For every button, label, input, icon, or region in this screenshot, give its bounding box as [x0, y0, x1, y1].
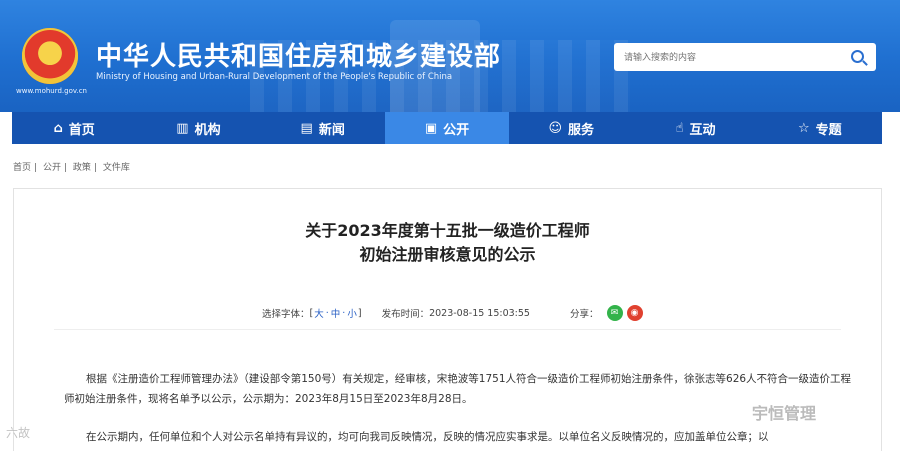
article-title-line1: 关于2023年度第十五批一级造价工程师 — [305, 221, 590, 240]
site-title[interactable]: 中华人民共和国住房和城乡建设部 — [96, 36, 501, 73]
font-size-large[interactable]: 大 — [314, 306, 324, 320]
nav-item-interaction[interactable]: ☝ 互动 — [633, 112, 757, 144]
national-emblem-icon[interactable] — [22, 28, 78, 84]
font-size-medium[interactable]: 中 — [331, 306, 341, 320]
building-icon: ▥ — [176, 120, 189, 136]
nav-item-home[interactable]: ⌂ 首页 — [12, 112, 136, 144]
news-icon: ▤ — [300, 120, 313, 136]
nav-item-service[interactable]: ☺ 服务 — [509, 112, 633, 144]
breadcrumb-policy[interactable]: 政策 — [73, 163, 91, 173]
article-title: 关于2023年度第十五批一级造价工程师 初始注册审核意见的公示 — [14, 219, 881, 267]
nav-item-topic[interactable]: ☆ 专题 — [758, 112, 882, 144]
article-paragraph-2: 在公示期内，任何单位和个人对公示名单持有异议的，均可向我司反映情况，反映的情况应… — [86, 431, 769, 443]
breadcrumb-library[interactable]: 文件库 — [103, 163, 130, 173]
main-nav: ⌂ 首页 ▥ 机构 ▤ 新闻 ▣ 公开 ☺ 服务 ☝ 互动 ☆ 专题 — [12, 112, 882, 144]
search-box — [614, 43, 876, 71]
site-header: www.mohurd.gov.cn 中华人民共和国住房和城乡建设部 Minist… — [0, 0, 900, 112]
breadcrumb: 首页 | 公开 | 政策 | 文件库 — [13, 163, 130, 173]
watermark-right: 宇恒管理 — [752, 404, 817, 423]
nav-item-disclosure[interactable]: ▣ 公开 — [384, 112, 510, 144]
nav-label: 新闻 — [318, 122, 345, 138]
weibo-share-icon[interactable]: ◉ — [626, 305, 643, 321]
publish-time-label: 发布时间： — [381, 309, 430, 320]
service-icon: ☺ — [548, 120, 563, 136]
nav-label: 公开 — [443, 122, 470, 138]
disclosure-icon: ▣ — [424, 120, 438, 136]
share-label: 分享： — [569, 309, 599, 320]
nav-item-news[interactable]: ▤ 新闻 — [261, 112, 385, 144]
search-icon[interactable] — [851, 50, 864, 63]
search-input[interactable] — [622, 49, 846, 67]
publish-time: 2023-08-15 15:03:55 — [429, 307, 530, 319]
interaction-icon: ☝ — [675, 120, 684, 136]
font-size-small[interactable]: 小 — [347, 306, 357, 320]
nav-label: 首页 — [68, 122, 95, 138]
breadcrumb-disclosure[interactable]: 公开 — [43, 163, 61, 173]
article-paragraph-1: 根据《注册造价工程师管理办法》（建设部令第150号）有关规定，经审核，宋艳波等1… — [64, 373, 852, 405]
breadcrumb-home[interactable]: 首页 — [13, 163, 31, 173]
site-url: www.mohurd.gov.cn — [16, 87, 87, 95]
topic-icon: ☆ — [797, 120, 810, 136]
watermark-left: 六故 — [6, 426, 31, 440]
nav-label: 专题 — [815, 122, 842, 138]
meta-divider — [54, 329, 841, 330]
site-title-english: Ministry of Housing and Urban-Rural Deve… — [96, 72, 453, 82]
article-title-line2: 初始注册审核意见的公示 — [359, 245, 536, 264]
nav-label: 服务 — [568, 122, 595, 138]
nav-label: 互动 — [689, 122, 716, 138]
font-size-label: 选择字体： — [262, 309, 310, 320]
wechat-share-icon[interactable]: ✉ — [606, 305, 623, 321]
home-icon: ⌂ — [53, 120, 63, 136]
nav-item-agency[interactable]: ▥ 机构 — [136, 112, 260, 144]
nav-label: 机构 — [194, 122, 221, 138]
article-meta: 选择字体： [ 大 · 中 · 小 ] 发布时间： 2023-08-15 15:03… — [262, 305, 643, 321]
